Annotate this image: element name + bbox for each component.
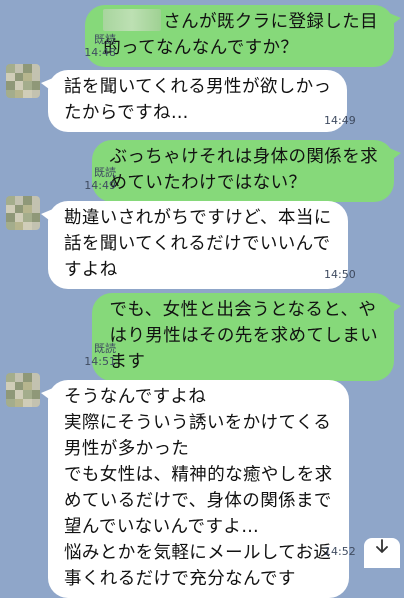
avatar[interactable] [6,373,40,407]
message-text: でも、女性と出会うとなると、や はり男性はその先を求めてしまい ます [109,300,378,372]
read-receipt: 既読 [94,342,116,355]
incoming-message[interactable]: 勘違いされがちですけど、本当に 話を聞いてくれるだけでいいんで すよね [41,201,348,289]
message-text: 勘違いされがちですけど、本当に 話を聞いてくれるだけでいいんで すよね [64,208,332,280]
incoming-message[interactable]: そうなんですよね 実際にそういう誘いをかけてくる 男性が多かった でも女性は、精… [41,380,349,598]
message-time: 14:52 [324,545,356,558]
message-meta: 既読 14:51 [84,342,116,368]
message-text: 話を聞いてくれる男性が欲しかっ たからですね… [64,77,332,123]
chat-view[interactable]: さんが既クラに登録した目 的ってなんなんですか？ 既読 14:48 話を聞いてく… [0,0,404,598]
outgoing-message[interactable]: でも、女性と出会うとなると、や はり男性はその先を求めてしまい ます [91,293,401,381]
outgoing-message[interactable]: さんが既クラに登録した目 的ってなんなんですか？ [85,5,401,67]
message-time: 14:50 [324,268,356,281]
read-receipt: 既読 [94,166,116,179]
message-text: ぶっちゃけそれは身体の関係を求 めていたわけではない？ [109,147,378,193]
message-time: 14:51 [84,355,116,368]
message-time: 14:49 [84,179,116,192]
read-receipt: 既読 [94,33,116,46]
message-time: 14:49 [324,114,356,127]
arrow-down-icon [376,539,388,553]
message-meta: 既読 14:49 [84,166,116,192]
avatar[interactable] [6,196,40,230]
outgoing-message[interactable]: ぶっちゃけそれは身体の関係を求 めていたわけではない？ [91,140,401,202]
scroll-to-bottom-button[interactable] [364,538,400,568]
incoming-message[interactable]: 話を聞いてくれる男性が欲しかっ たからですね… [40,70,348,132]
message-text: そうなんですよね 実際にそういう誘いをかけてくる 男性が多かった でも女性は、精… [64,387,333,589]
message-time: 14:48 [84,46,116,59]
blurred-name [103,9,162,31]
avatar[interactable] [6,64,40,98]
message-meta: 既読 14:48 [84,33,116,59]
